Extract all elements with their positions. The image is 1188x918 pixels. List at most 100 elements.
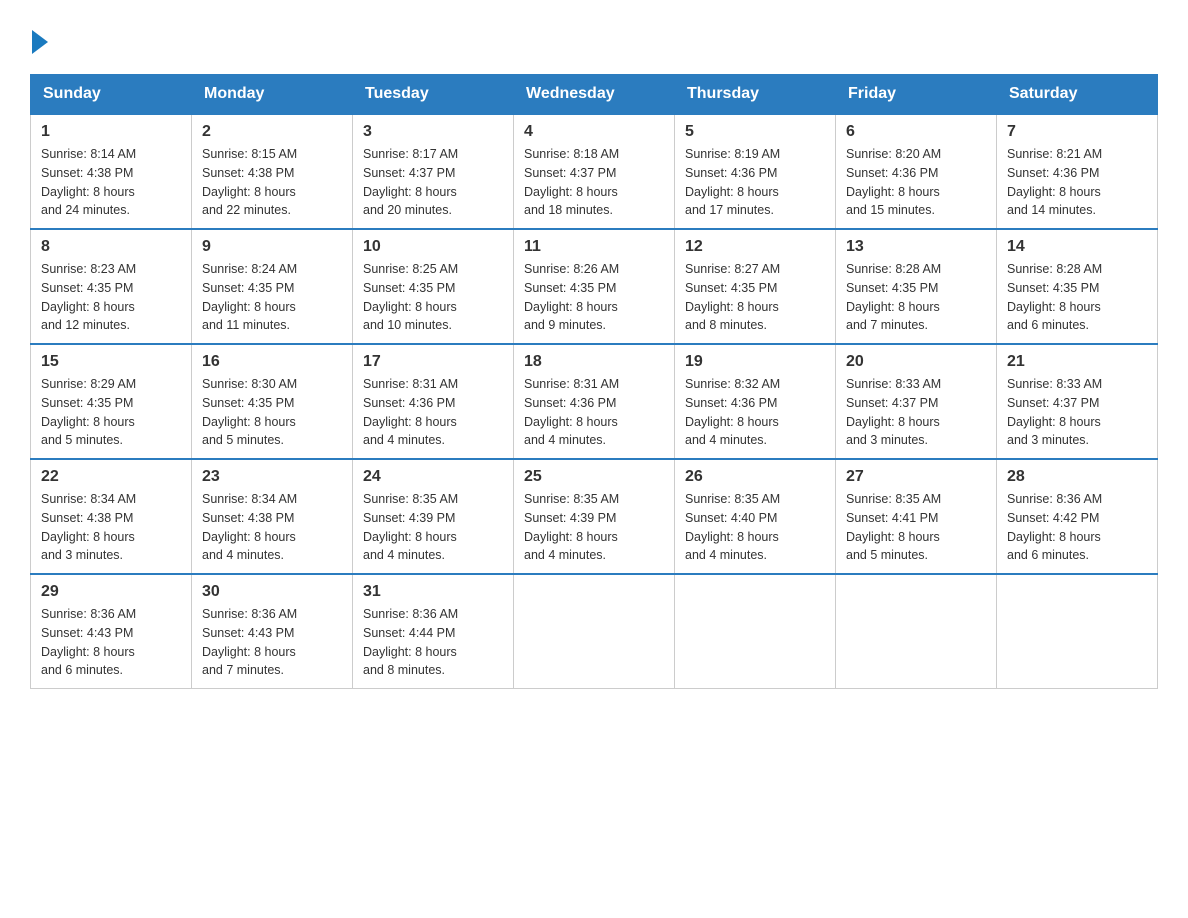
calendar-header-row: SundayMondayTuesdayWednesdayThursdayFrid… bbox=[31, 75, 1158, 115]
day-info: Sunrise: 8:29 AM Sunset: 4:35 PM Dayligh… bbox=[41, 375, 181, 450]
calendar-cell: 21 Sunrise: 8:33 AM Sunset: 4:37 PM Dayl… bbox=[997, 344, 1158, 459]
calendar-header-saturday: Saturday bbox=[997, 75, 1158, 115]
day-info: Sunrise: 8:34 AM Sunset: 4:38 PM Dayligh… bbox=[41, 490, 181, 565]
calendar-cell bbox=[675, 574, 836, 689]
calendar-cell bbox=[514, 574, 675, 689]
calendar-week-row: 1 Sunrise: 8:14 AM Sunset: 4:38 PM Dayli… bbox=[31, 114, 1158, 229]
calendar-cell: 9 Sunrise: 8:24 AM Sunset: 4:35 PM Dayli… bbox=[192, 229, 353, 344]
calendar-week-row: 22 Sunrise: 8:34 AM Sunset: 4:38 PM Dayl… bbox=[31, 459, 1158, 574]
calendar-week-row: 29 Sunrise: 8:36 AM Sunset: 4:43 PM Dayl… bbox=[31, 574, 1158, 689]
calendar-cell: 22 Sunrise: 8:34 AM Sunset: 4:38 PM Dayl… bbox=[31, 459, 192, 574]
calendar-cell: 8 Sunrise: 8:23 AM Sunset: 4:35 PM Dayli… bbox=[31, 229, 192, 344]
calendar-cell: 14 Sunrise: 8:28 AM Sunset: 4:35 PM Dayl… bbox=[997, 229, 1158, 344]
day-info: Sunrise: 8:33 AM Sunset: 4:37 PM Dayligh… bbox=[846, 375, 986, 450]
day-info: Sunrise: 8:35 AM Sunset: 4:40 PM Dayligh… bbox=[685, 490, 825, 565]
calendar-cell: 1 Sunrise: 8:14 AM Sunset: 4:38 PM Dayli… bbox=[31, 114, 192, 229]
day-info: Sunrise: 8:28 AM Sunset: 4:35 PM Dayligh… bbox=[846, 260, 986, 335]
day-number: 10 bbox=[363, 238, 503, 256]
day-info: Sunrise: 8:35 AM Sunset: 4:39 PM Dayligh… bbox=[524, 490, 664, 565]
day-number: 25 bbox=[524, 468, 664, 486]
calendar-cell: 24 Sunrise: 8:35 AM Sunset: 4:39 PM Dayl… bbox=[353, 459, 514, 574]
calendar-header-wednesday: Wednesday bbox=[514, 75, 675, 115]
day-info: Sunrise: 8:36 AM Sunset: 4:42 PM Dayligh… bbox=[1007, 490, 1147, 565]
logo bbox=[30, 30, 48, 54]
day-info: Sunrise: 8:36 AM Sunset: 4:43 PM Dayligh… bbox=[41, 605, 181, 680]
page-header bbox=[30, 30, 1158, 54]
calendar-cell bbox=[997, 574, 1158, 689]
calendar-cell: 11 Sunrise: 8:26 AM Sunset: 4:35 PM Dayl… bbox=[514, 229, 675, 344]
calendar-cell: 17 Sunrise: 8:31 AM Sunset: 4:36 PM Dayl… bbox=[353, 344, 514, 459]
day-info: Sunrise: 8:33 AM Sunset: 4:37 PM Dayligh… bbox=[1007, 375, 1147, 450]
day-info: Sunrise: 8:23 AM Sunset: 4:35 PM Dayligh… bbox=[41, 260, 181, 335]
day-number: 12 bbox=[685, 238, 825, 256]
day-info: Sunrise: 8:25 AM Sunset: 4:35 PM Dayligh… bbox=[363, 260, 503, 335]
day-number: 2 bbox=[202, 123, 342, 141]
calendar-cell: 30 Sunrise: 8:36 AM Sunset: 4:43 PM Dayl… bbox=[192, 574, 353, 689]
calendar-header-sunday: Sunday bbox=[31, 75, 192, 115]
calendar-cell: 15 Sunrise: 8:29 AM Sunset: 4:35 PM Dayl… bbox=[31, 344, 192, 459]
calendar-week-row: 8 Sunrise: 8:23 AM Sunset: 4:35 PM Dayli… bbox=[31, 229, 1158, 344]
day-number: 3 bbox=[363, 123, 503, 141]
day-number: 28 bbox=[1007, 468, 1147, 486]
day-number: 20 bbox=[846, 353, 986, 371]
day-number: 29 bbox=[41, 583, 181, 601]
day-info: Sunrise: 8:32 AM Sunset: 4:36 PM Dayligh… bbox=[685, 375, 825, 450]
day-info: Sunrise: 8:27 AM Sunset: 4:35 PM Dayligh… bbox=[685, 260, 825, 335]
day-number: 30 bbox=[202, 583, 342, 601]
day-number: 13 bbox=[846, 238, 986, 256]
day-number: 27 bbox=[846, 468, 986, 486]
day-number: 6 bbox=[846, 123, 986, 141]
calendar-header-monday: Monday bbox=[192, 75, 353, 115]
calendar-cell bbox=[836, 574, 997, 689]
calendar-cell: 5 Sunrise: 8:19 AM Sunset: 4:36 PM Dayli… bbox=[675, 114, 836, 229]
day-info: Sunrise: 8:34 AM Sunset: 4:38 PM Dayligh… bbox=[202, 490, 342, 565]
day-info: Sunrise: 8:14 AM Sunset: 4:38 PM Dayligh… bbox=[41, 145, 181, 220]
day-number: 1 bbox=[41, 123, 181, 141]
day-number: 8 bbox=[41, 238, 181, 256]
day-info: Sunrise: 8:31 AM Sunset: 4:36 PM Dayligh… bbox=[363, 375, 503, 450]
day-info: Sunrise: 8:35 AM Sunset: 4:41 PM Dayligh… bbox=[846, 490, 986, 565]
day-number: 26 bbox=[685, 468, 825, 486]
day-info: Sunrise: 8:20 AM Sunset: 4:36 PM Dayligh… bbox=[846, 145, 986, 220]
day-number: 11 bbox=[524, 238, 664, 256]
calendar-cell: 6 Sunrise: 8:20 AM Sunset: 4:36 PM Dayli… bbox=[836, 114, 997, 229]
day-info: Sunrise: 8:15 AM Sunset: 4:38 PM Dayligh… bbox=[202, 145, 342, 220]
day-info: Sunrise: 8:30 AM Sunset: 4:35 PM Dayligh… bbox=[202, 375, 342, 450]
calendar-cell: 25 Sunrise: 8:35 AM Sunset: 4:39 PM Dayl… bbox=[514, 459, 675, 574]
calendar-cell: 31 Sunrise: 8:36 AM Sunset: 4:44 PM Dayl… bbox=[353, 574, 514, 689]
day-info: Sunrise: 8:19 AM Sunset: 4:36 PM Dayligh… bbox=[685, 145, 825, 220]
calendar-cell: 3 Sunrise: 8:17 AM Sunset: 4:37 PM Dayli… bbox=[353, 114, 514, 229]
day-info: Sunrise: 8:26 AM Sunset: 4:35 PM Dayligh… bbox=[524, 260, 664, 335]
day-number: 21 bbox=[1007, 353, 1147, 371]
day-info: Sunrise: 8:31 AM Sunset: 4:36 PM Dayligh… bbox=[524, 375, 664, 450]
calendar-cell: 12 Sunrise: 8:27 AM Sunset: 4:35 PM Dayl… bbox=[675, 229, 836, 344]
calendar-table: SundayMondayTuesdayWednesdayThursdayFrid… bbox=[30, 74, 1158, 689]
calendar-header-thursday: Thursday bbox=[675, 75, 836, 115]
logo-arrow-icon bbox=[32, 30, 48, 54]
calendar-cell: 7 Sunrise: 8:21 AM Sunset: 4:36 PM Dayli… bbox=[997, 114, 1158, 229]
day-number: 4 bbox=[524, 123, 664, 141]
calendar-cell: 29 Sunrise: 8:36 AM Sunset: 4:43 PM Dayl… bbox=[31, 574, 192, 689]
calendar-week-row: 15 Sunrise: 8:29 AM Sunset: 4:35 PM Dayl… bbox=[31, 344, 1158, 459]
day-info: Sunrise: 8:36 AM Sunset: 4:43 PM Dayligh… bbox=[202, 605, 342, 680]
calendar-cell: 26 Sunrise: 8:35 AM Sunset: 4:40 PM Dayl… bbox=[675, 459, 836, 574]
calendar-cell: 28 Sunrise: 8:36 AM Sunset: 4:42 PM Dayl… bbox=[997, 459, 1158, 574]
calendar-cell: 20 Sunrise: 8:33 AM Sunset: 4:37 PM Dayl… bbox=[836, 344, 997, 459]
day-info: Sunrise: 8:35 AM Sunset: 4:39 PM Dayligh… bbox=[363, 490, 503, 565]
calendar-cell: 4 Sunrise: 8:18 AM Sunset: 4:37 PM Dayli… bbox=[514, 114, 675, 229]
day-info: Sunrise: 8:36 AM Sunset: 4:44 PM Dayligh… bbox=[363, 605, 503, 680]
day-number: 14 bbox=[1007, 238, 1147, 256]
calendar-header-friday: Friday bbox=[836, 75, 997, 115]
day-number: 24 bbox=[363, 468, 503, 486]
day-number: 16 bbox=[202, 353, 342, 371]
day-number: 31 bbox=[363, 583, 503, 601]
calendar-header-tuesday: Tuesday bbox=[353, 75, 514, 115]
day-number: 17 bbox=[363, 353, 503, 371]
day-number: 15 bbox=[41, 353, 181, 371]
day-info: Sunrise: 8:21 AM Sunset: 4:36 PM Dayligh… bbox=[1007, 145, 1147, 220]
day-number: 18 bbox=[524, 353, 664, 371]
calendar-cell: 16 Sunrise: 8:30 AM Sunset: 4:35 PM Dayl… bbox=[192, 344, 353, 459]
day-info: Sunrise: 8:24 AM Sunset: 4:35 PM Dayligh… bbox=[202, 260, 342, 335]
day-number: 7 bbox=[1007, 123, 1147, 141]
day-info: Sunrise: 8:18 AM Sunset: 4:37 PM Dayligh… bbox=[524, 145, 664, 220]
